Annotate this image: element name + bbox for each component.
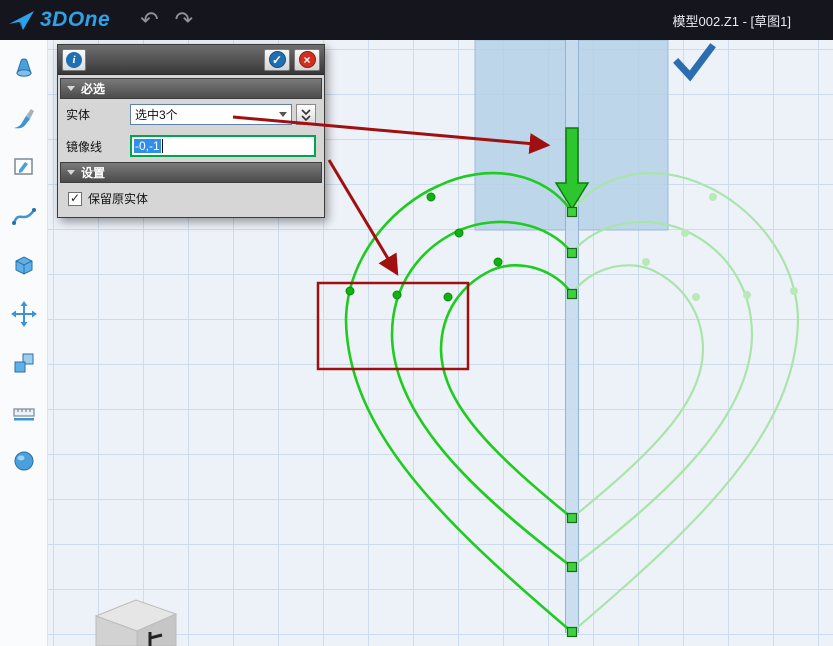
move-arrows-icon [11,301,37,327]
tool-assembly-button[interactable] [10,349,38,377]
entity-select[interactable]: 选中3个 [130,104,292,125]
left-toolbar [0,40,48,646]
titlebar: 3DOne ↶ ↷ 模型002.Z1 - [草图1] [0,0,833,40]
mirror-line-field-row: 镜像线 -0,-1 [60,130,322,162]
combo-arrow-icon [279,112,287,117]
sphere-icon [11,448,37,474]
tool-material-button[interactable] [10,447,38,475]
entity-value: 选中3个 [135,106,178,123]
collapse-triangle-icon [67,86,75,91]
cancel-x-icon: × [299,51,316,68]
keep-original-row: ✓ 保留原实体 [60,183,322,211]
info-button[interactable]: i [62,49,86,71]
logo-plane-icon [8,8,35,32]
logo-text: 3DOne [40,8,110,32]
redo-icon: ↷ [175,7,193,32]
undo-icon: ↶ [140,7,158,32]
tool-basic-solids-button[interactable] [10,55,38,83]
settings-section-label: 设置 [81,164,105,181]
tool-edit-curve-button[interactable] [10,202,38,230]
settings-section-header[interactable]: 设置 [60,162,322,183]
tool-sketch-paint-button[interactable] [10,104,38,132]
mirror-dialog: i ✓ × 必选 实体 选中3个 [57,44,325,218]
mirror-line-input[interactable]: -0,-1 [130,135,316,157]
app-window: 3DOne ↶ ↷ 模型002.Z1 - [草图1] [0,0,833,646]
document-title: 模型002.Z1 - [草图1] [673,0,791,40]
basic-solids-icon [11,56,37,82]
collapse-triangle-icon [67,170,75,175]
keep-original-checkbox[interactable]: ✓ [68,192,82,206]
mirror-line-label: 镜像线 [66,138,126,155]
text-caret [162,139,163,153]
checkbox-check-icon: ✓ [70,192,80,204]
confirm-button[interactable]: ✓ [264,49,290,71]
tool-feature-button[interactable] [10,251,38,279]
app-logo: 3DOne [0,8,110,32]
paint-brush-icon [11,105,37,131]
dialog-body: 必选 实体 选中3个 镜像线 -0,-1 [58,75,324,217]
entity-label: 实体 [66,106,126,123]
cube-icon [11,252,37,278]
history-buttons: ↶ ↷ [140,9,193,31]
tool-sketch-button[interactable] [10,153,38,181]
dialog-titlebar[interactable]: i ✓ × [58,45,324,75]
required-section-header[interactable]: 必选 [60,78,322,99]
edit-curve-icon [11,203,37,229]
tool-measure-button[interactable] [10,398,38,426]
confirm-check-icon: ✓ [269,51,286,68]
redo-button[interactable]: ↷ [175,9,193,31]
double-chevron-icon [299,107,313,123]
ruler-icon [11,399,37,425]
mirror-line-value: -0,-1 [134,139,161,153]
undo-button[interactable]: ↶ [140,9,158,31]
cancel-button[interactable]: × [294,49,320,71]
info-icon: i [66,52,82,68]
stacked-cubes-icon [11,350,37,376]
tool-move-button[interactable] [10,300,38,328]
keep-original-label: 保留原实体 [88,190,148,207]
entity-field-row: 实体 选中3个 [60,99,322,130]
sketch-icon [11,154,37,180]
dialog-actions: ✓ × [264,49,320,71]
required-section-label: 必选 [81,80,105,97]
expand-selection-button[interactable] [296,104,316,125]
